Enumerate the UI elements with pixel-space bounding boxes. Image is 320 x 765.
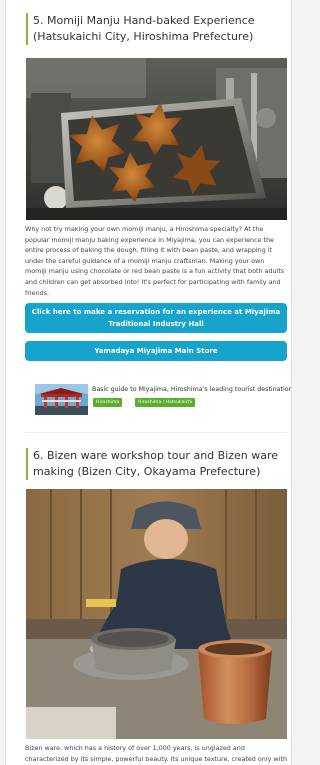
related-article-title: Basic guide to Miyajima, Hiroshima's lea… — [92, 386, 292, 393]
section-5-title: 5. Momiji Manju Hand-baked Experience (H… — [26, 13, 291, 45]
section-6-title: 6. Bizen ware workshop tour and Bizen wa… — [26, 448, 291, 480]
related-article-card[interactable]: Basic guide to Miyajima, Hiroshima's lea… — [25, 371, 292, 427]
section-6-description: Bizen ware, which has a history of over … — [25, 744, 287, 763]
bizen-ware-photo — [26, 489, 287, 739]
tag-hiroshima[interactable]: Hiroshima — [93, 398, 123, 407]
tag-hiroshima-hatsukaichi[interactable]: Hiroshima / Hatsukaichi — [135, 398, 196, 407]
momiji-manju-photo — [26, 58, 287, 220]
store-button[interactable]: Yamadaya Miyajima Main Store — [25, 341, 287, 361]
section-divider — [25, 432, 287, 433]
article-page: 5. Momiji Manju Hand-baked Experience (H… — [5, 0, 292, 765]
reservation-button[interactable]: Click here to make a reservation for an … — [25, 303, 287, 333]
miyajima-thumbnail — [35, 384, 88, 415]
section-5-description: Why not try making your own momiji manju… — [25, 225, 285, 297]
